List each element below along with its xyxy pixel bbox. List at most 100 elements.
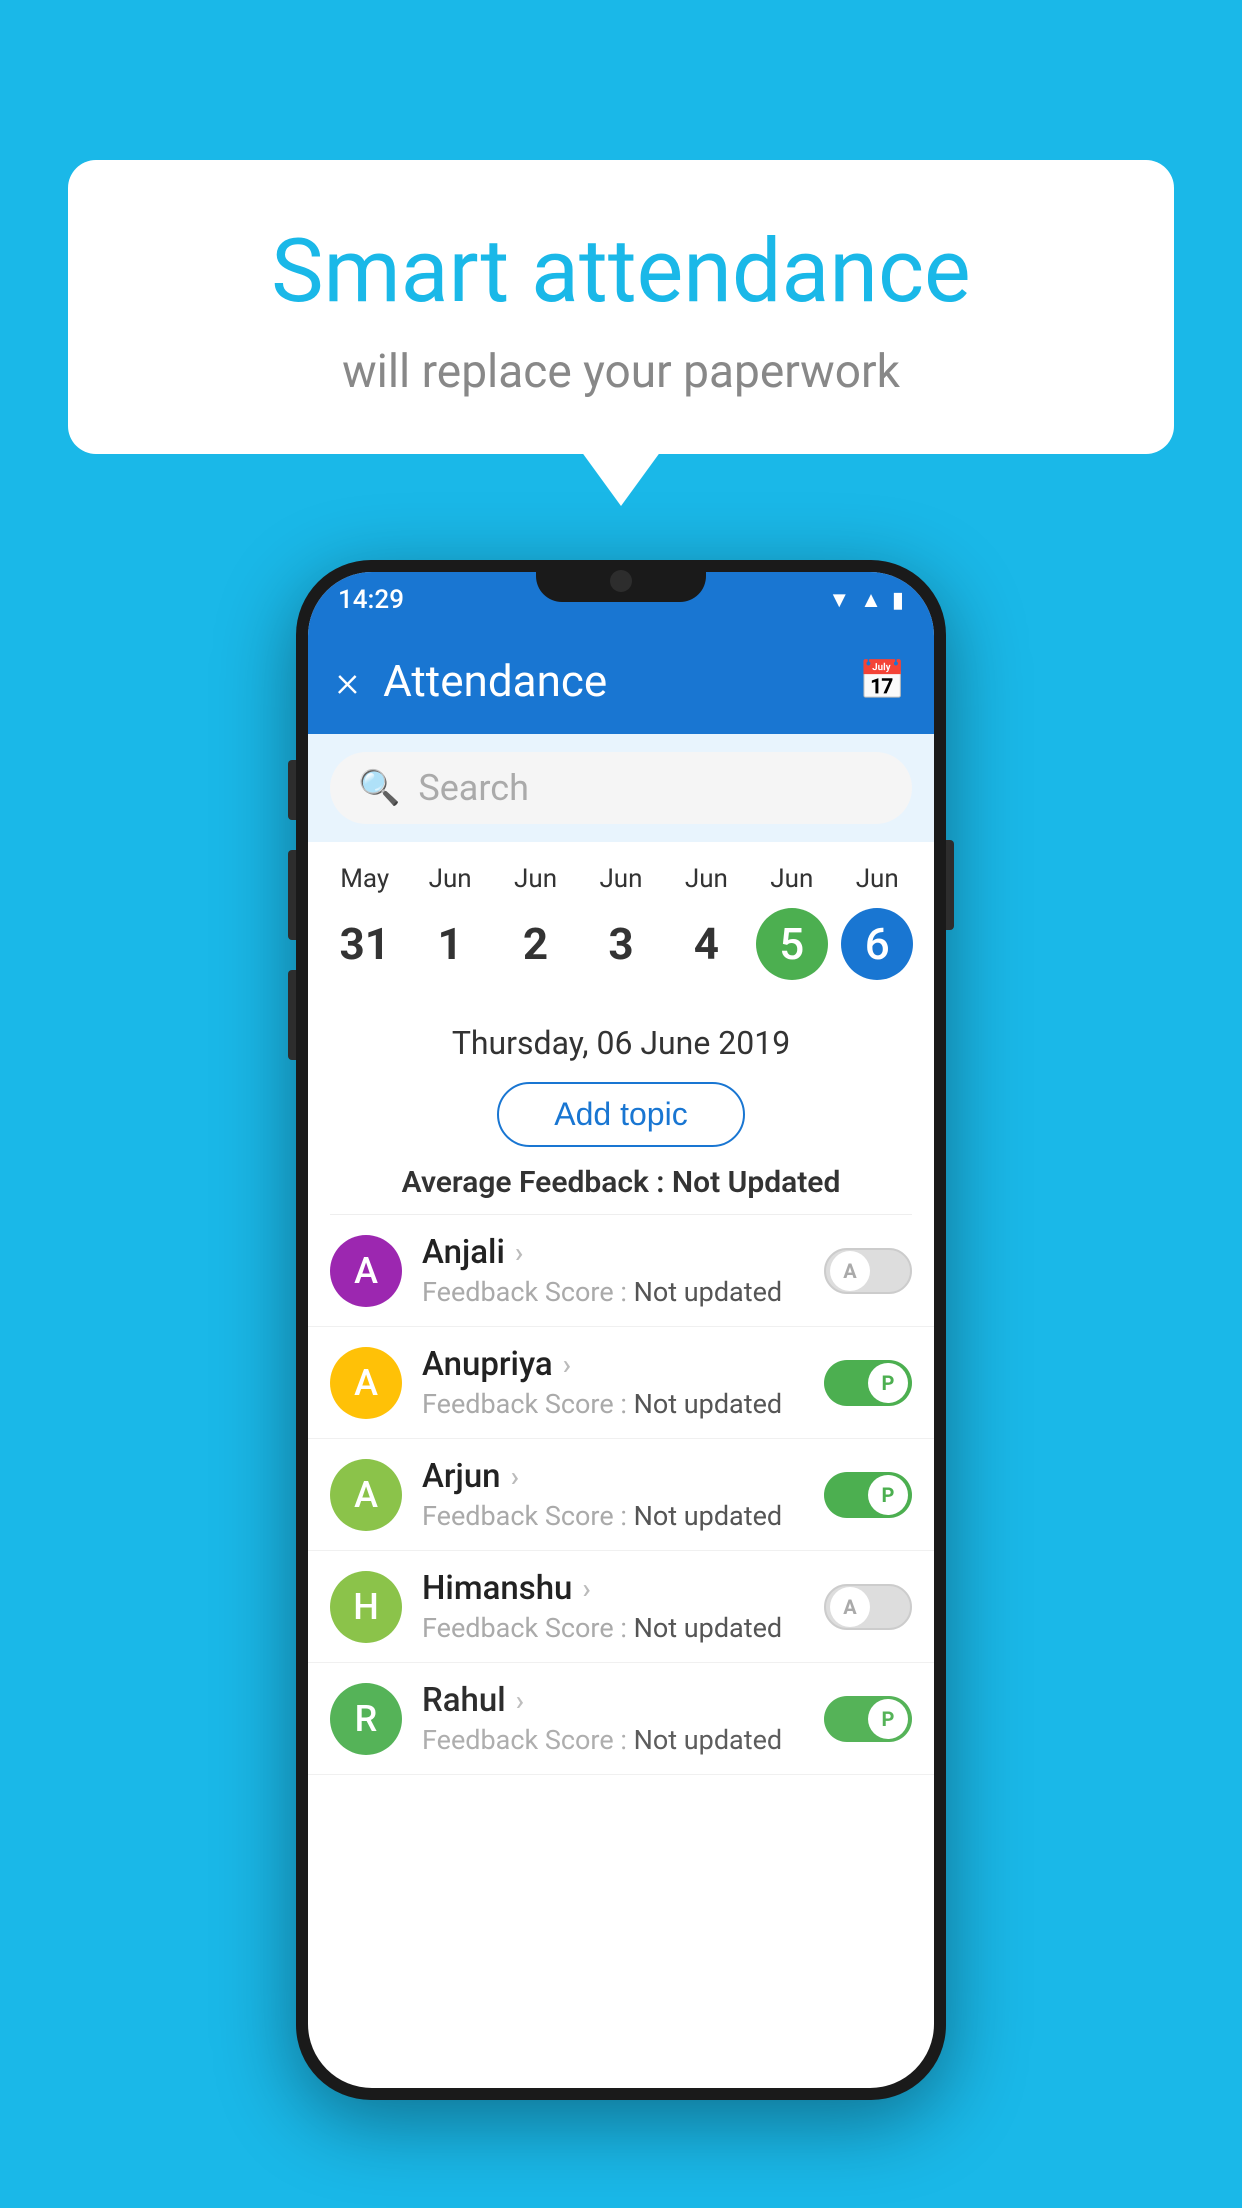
- avg-feedback-value: Not Updated: [672, 1165, 840, 1200]
- search-placeholder: Search: [418, 767, 529, 809]
- student-item[interactable]: R Rahul › Feedback Score : Not updated P: [308, 1663, 934, 1775]
- search-icon: 🔍: [358, 768, 400, 808]
- speech-bubble-subtitle: will replace your paperwork: [128, 345, 1114, 399]
- date-item[interactable]: Jun 4: [666, 864, 746, 980]
- phone-frame: 14:29 ▼ ▲ ▮ × Attendance 📅 🔍 Search: [296, 560, 946, 2100]
- date-picker[interactable]: May 31 Jun 1 Jun 2 Jun 3 Jun 4 Jun 5 Jun 6: [308, 842, 934, 1006]
- date-item[interactable]: Jun 3: [581, 864, 661, 980]
- selected-date-label: Thursday, 06 June 2019: [308, 1006, 934, 1068]
- chevron-right-icon: ›: [563, 1348, 571, 1381]
- date-item[interactable]: Jun 6: [837, 864, 917, 980]
- student-info: Rahul › Feedback Score : Not updated: [422, 1681, 804, 1756]
- signal-icon: ▲: [860, 587, 882, 613]
- toggle-knob: A: [830, 1587, 870, 1627]
- avg-feedback-label: Average Feedback :: [402, 1165, 665, 1200]
- student-avatar: A: [330, 1459, 402, 1531]
- attendance-toggle-wrap: P: [824, 1472, 912, 1518]
- student-avatar: A: [330, 1235, 402, 1307]
- status-time: 14:29: [338, 585, 404, 615]
- speech-bubble-wrapper: Smart attendance will replace your paper…: [68, 160, 1174, 454]
- phone-button-vol-up: [288, 850, 296, 940]
- student-item[interactable]: AArjun ›Feedback Score : Not updatedP: [308, 1439, 934, 1551]
- close-button[interactable]: ×: [336, 655, 359, 707]
- toggle-knob: P: [868, 1699, 908, 1739]
- student-item[interactable]: A Anjali › Feedback Score : Not updated A: [308, 1215, 934, 1327]
- attendance-toggle[interactable]: A: [824, 1248, 912, 1294]
- attendance-toggle-wrap: A: [824, 1584, 912, 1630]
- add-topic-container: Add topic: [308, 1068, 934, 1165]
- date-item[interactable]: May 31: [325, 864, 405, 980]
- student-avatar: H: [330, 1571, 402, 1643]
- toggle-knob: P: [868, 1363, 908, 1403]
- student-name: Anupriya ›: [422, 1345, 804, 1384]
- date-month-label: May: [340, 864, 389, 894]
- search-container: 🔍 Search: [308, 734, 934, 842]
- date-number[interactable]: 3: [585, 908, 657, 980]
- student-name: Rahul ›: [422, 1681, 804, 1720]
- phone-button-mute: [288, 760, 296, 820]
- chevron-right-icon: ›: [515, 1236, 523, 1269]
- student-name: Himanshu ›: [422, 1569, 804, 1608]
- student-feedback: Feedback Score : Not updated: [422, 1724, 804, 1756]
- avg-feedback: Average Feedback : Not Updated: [308, 1165, 934, 1214]
- attendance-toggle-wrap: P: [824, 1696, 912, 1742]
- add-topic-button[interactable]: Add topic: [497, 1082, 744, 1147]
- date-number[interactable]: 31: [329, 908, 401, 980]
- student-item[interactable]: AAnupriya ›Feedback Score : Not updatedP: [308, 1327, 934, 1439]
- date-month-label: Jun: [770, 864, 813, 894]
- feedback-value: Not updated: [634, 1388, 783, 1420]
- student-item[interactable]: H Himanshu › Feedback Score : Not updated A: [308, 1551, 934, 1663]
- phone-button-power: [946, 840, 954, 930]
- search-bar[interactable]: 🔍 Search: [330, 752, 912, 824]
- speech-bubble-title: Smart attendance: [128, 220, 1114, 323]
- date-month-label: Jun: [685, 864, 728, 894]
- student-list: AAnjali ›Feedback Score : Not updatedAAA…: [308, 1215, 934, 1775]
- feedback-value: Not updated: [634, 1276, 783, 1308]
- date-month-label: Jun: [514, 864, 557, 894]
- date-number[interactable]: 2: [500, 908, 572, 980]
- phone-button-vol-down: [288, 970, 296, 1060]
- phone-screen: 14:29 ▼ ▲ ▮ × Attendance 📅 🔍 Search: [308, 572, 934, 2088]
- phone-notch: [536, 560, 706, 602]
- student-feedback: Feedback Score : Not updated: [422, 1388, 804, 1420]
- student-info: Anjali › Feedback Score : Not updated: [422, 1233, 804, 1308]
- date-month-label: Jun: [856, 864, 899, 894]
- student-feedback: Feedback Score : Not updated: [422, 1500, 804, 1532]
- phone-wrapper: 14:29 ▼ ▲ ▮ × Attendance 📅 🔍 Search: [296, 560, 946, 2100]
- date-number[interactable]: 6: [841, 908, 913, 980]
- student-avatar: R: [330, 1683, 402, 1755]
- calendar-icon[interactable]: 📅: [859, 659, 906, 703]
- attendance-toggle[interactable]: P: [824, 1472, 912, 1518]
- phone-camera: [610, 570, 632, 592]
- attendance-toggle-wrap: P: [824, 1360, 912, 1406]
- date-month-label: Jun: [429, 864, 472, 894]
- date-item[interactable]: Jun 5: [752, 864, 832, 980]
- student-info: Anupriya › Feedback Score : Not updated: [422, 1345, 804, 1420]
- student-feedback: Feedback Score : Not updated: [422, 1612, 804, 1644]
- attendance-toggle-wrap: A: [824, 1248, 912, 1294]
- chevron-right-icon: ›: [516, 1684, 524, 1717]
- wifi-icon: ▼: [828, 587, 850, 613]
- date-number[interactable]: 4: [670, 908, 742, 980]
- date-row: May 31 Jun 1 Jun 2 Jun 3 Jun 4 Jun 5 Jun 6: [322, 864, 920, 980]
- toggle-knob: A: [830, 1251, 870, 1291]
- feedback-value: Not updated: [634, 1612, 783, 1644]
- chevron-right-icon: ›: [511, 1460, 519, 1493]
- status-icons: ▼ ▲ ▮: [828, 587, 904, 613]
- chevron-right-icon: ›: [582, 1572, 590, 1605]
- date-item[interactable]: Jun 1: [410, 864, 490, 980]
- toggle-knob: P: [868, 1475, 908, 1515]
- attendance-toggle[interactable]: A: [824, 1584, 912, 1630]
- student-info: Arjun ›Feedback Score : Not updated: [422, 1457, 804, 1532]
- attendance-toggle[interactable]: P: [824, 1696, 912, 1742]
- date-month-label: Jun: [599, 864, 642, 894]
- battery-icon: ▮: [892, 588, 904, 613]
- date-number[interactable]: 5: [756, 908, 828, 980]
- student-feedback: Feedback Score : Not updated: [422, 1276, 804, 1308]
- attendance-toggle[interactable]: P: [824, 1360, 912, 1406]
- student-name: Anjali ›: [422, 1233, 804, 1272]
- app-bar: × Attendance 📅: [308, 628, 934, 734]
- date-number[interactable]: 1: [414, 908, 486, 980]
- speech-bubble: Smart attendance will replace your paper…: [68, 160, 1174, 454]
- date-item[interactable]: Jun 2: [496, 864, 576, 980]
